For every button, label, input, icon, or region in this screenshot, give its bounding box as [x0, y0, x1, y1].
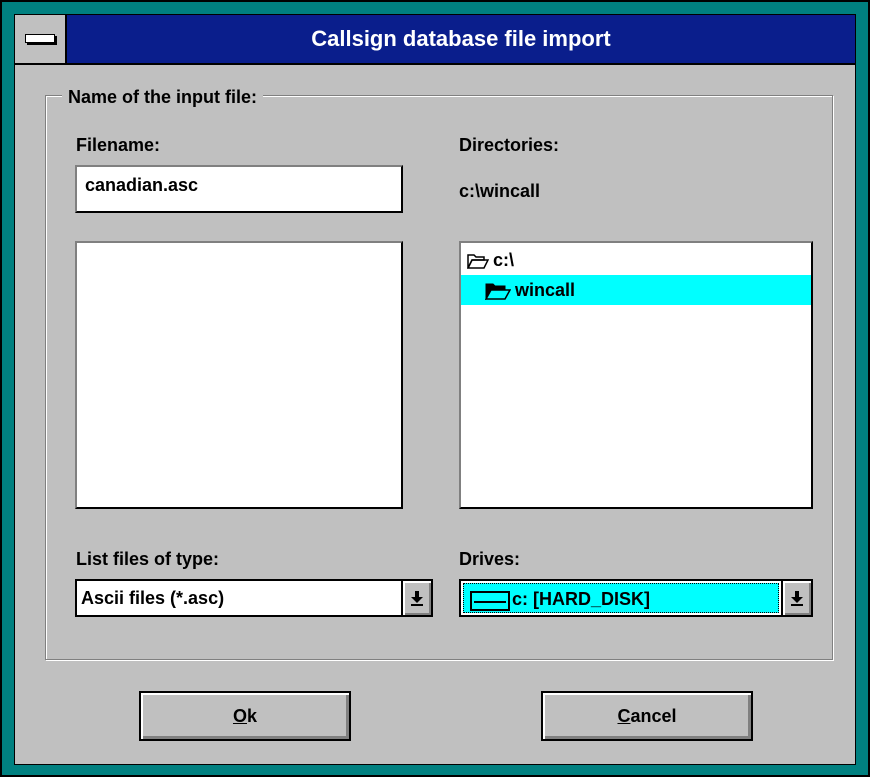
- drives-dropdown[interactable]: c: [HARD_DISK]: [459, 579, 813, 617]
- dropdown-arrow-icon: [791, 591, 803, 606]
- filetype-dropdown[interactable]: Ascii files (*.asc): [75, 579, 433, 617]
- dialog-window: Callsign database file import Name of th…: [0, 0, 870, 777]
- directory-item-label: wincall: [515, 280, 576, 300]
- drives-value: c: [HARD_DISK]: [512, 589, 651, 609]
- ok-button-mnemonic: O: [232, 706, 247, 726]
- drives-dropdown-button[interactable]: [781, 581, 811, 615]
- cancel-button-mnemonic: C: [617, 706, 631, 726]
- filetype-label: List files of type:: [76, 549, 220, 569]
- system-menu-icon: [25, 34, 55, 43]
- dialog-client-area: Name of the input file: Filename: canadi…: [14, 64, 856, 765]
- cancel-button-label: ancel: [630, 706, 677, 726]
- cancel-button[interactable]: Cancel: [541, 691, 753, 741]
- filename-label: Filename:: [76, 135, 161, 155]
- drive-selection: c: [HARD_DISK]: [463, 583, 779, 613]
- directory-item-label: c:\: [493, 250, 515, 270]
- file-list[interactable]: [75, 241, 403, 509]
- title-bar[interactable]: Callsign database file import: [14, 14, 856, 64]
- dropdown-arrow-icon: [411, 591, 423, 606]
- group-label: Name of the input file:: [62, 87, 263, 108]
- filetype-value: Ascii files (*.asc): [81, 588, 225, 608]
- filetype-dropdown-button[interactable]: [401, 581, 431, 615]
- directory-item-selected[interactable]: wincall: [461, 275, 811, 305]
- ok-button[interactable]: Ok: [139, 691, 351, 741]
- filename-field[interactable]: canadian.asc: [75, 165, 403, 213]
- window-title: Callsign database file import: [311, 26, 611, 51]
- directories-label: Directories:: [459, 135, 560, 155]
- hard-disk-icon: [470, 591, 510, 611]
- open-folder-icon: [485, 283, 511, 301]
- current-directory: c:\wincall: [459, 181, 541, 201]
- directory-item[interactable]: c:\: [467, 245, 514, 275]
- drives-label: Drives:: [459, 549, 521, 569]
- filename-value: canadian.asc: [85, 175, 199, 195]
- open-folder-icon: [467, 254, 489, 269]
- system-menu-button[interactable]: [15, 15, 67, 63]
- directory-list[interactable]: c:\ wincall: [459, 241, 813, 509]
- ok-button-label: k: [247, 706, 258, 726]
